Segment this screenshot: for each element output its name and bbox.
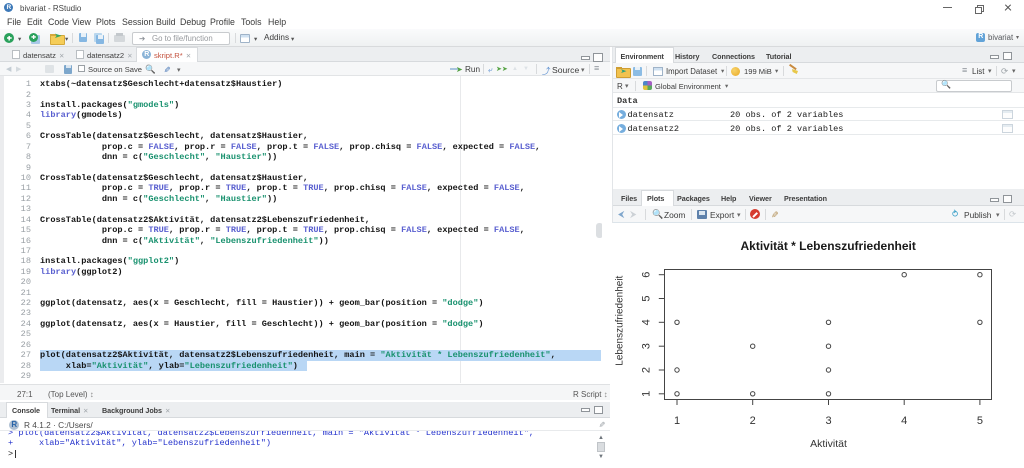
svg-text:6: 6 <box>641 272 653 278</box>
svg-text:2: 2 <box>750 415 756 427</box>
svg-text:Aktivität * Lebenszufriedenhei: Aktivität * Lebenszufriedenheit <box>741 239 916 253</box>
svg-text:4: 4 <box>901 415 907 427</box>
svg-text:3: 3 <box>641 343 653 349</box>
svg-text:3: 3 <box>825 415 831 427</box>
svg-text:4: 4 <box>641 319 653 325</box>
svg-text:Lebenszufriedenheit: Lebenszufriedenheit <box>615 275 626 365</box>
svg-text:Aktivität: Aktivität <box>810 438 847 450</box>
svg-text:5: 5 <box>641 295 653 301</box>
svg-text:1: 1 <box>641 391 653 397</box>
svg-text:1: 1 <box>674 415 680 427</box>
svg-text:2: 2 <box>641 367 653 373</box>
svg-text:5: 5 <box>977 415 983 427</box>
